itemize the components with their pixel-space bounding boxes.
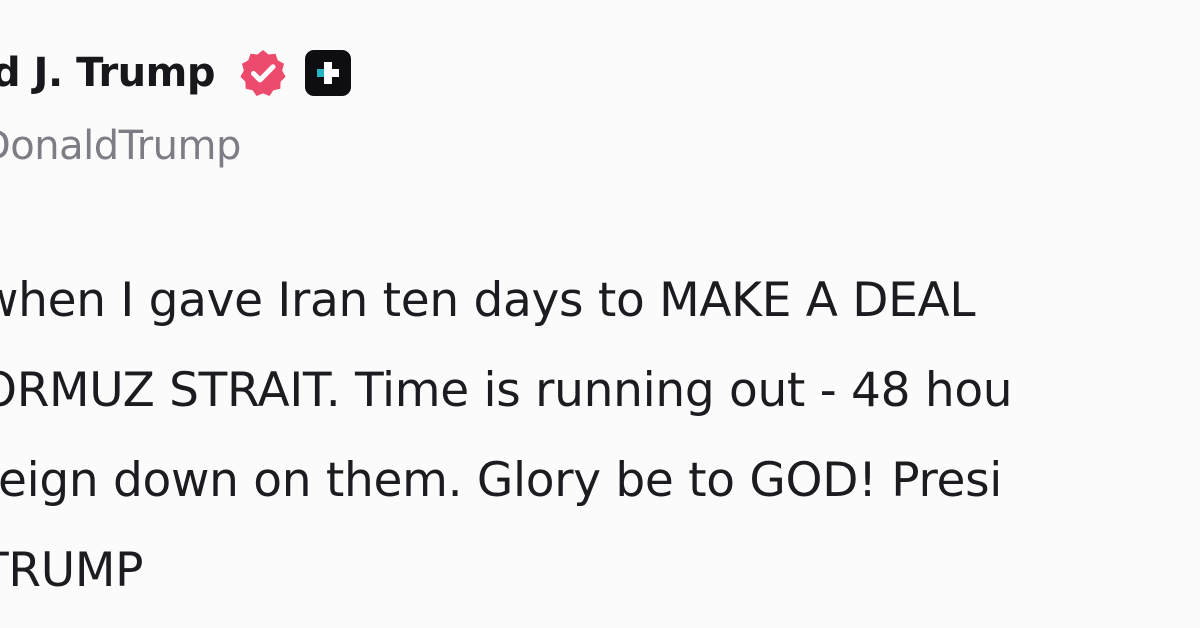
author-name[interactable]: d J. Trump [0, 48, 215, 98]
post-body-line: TRUMP [0, 543, 144, 598]
post-body-line: reign down on them. Glory be to GOD! Pre… [0, 453, 1003, 508]
post-body-line: ORMUZ STRAIT. Time is running out - 48 h… [0, 363, 1013, 418]
verified-badge-icon [240, 50, 286, 96]
post-body-line: when I gave Iran ten days to MAKE A DEAL [0, 273, 976, 328]
post-card: d J. Trump DonaldTrump when I gave Iran … [0, 0, 1200, 628]
author-handle[interactable]: DonaldTrump [0, 121, 241, 171]
plus-badge-icon [305, 50, 351, 96]
